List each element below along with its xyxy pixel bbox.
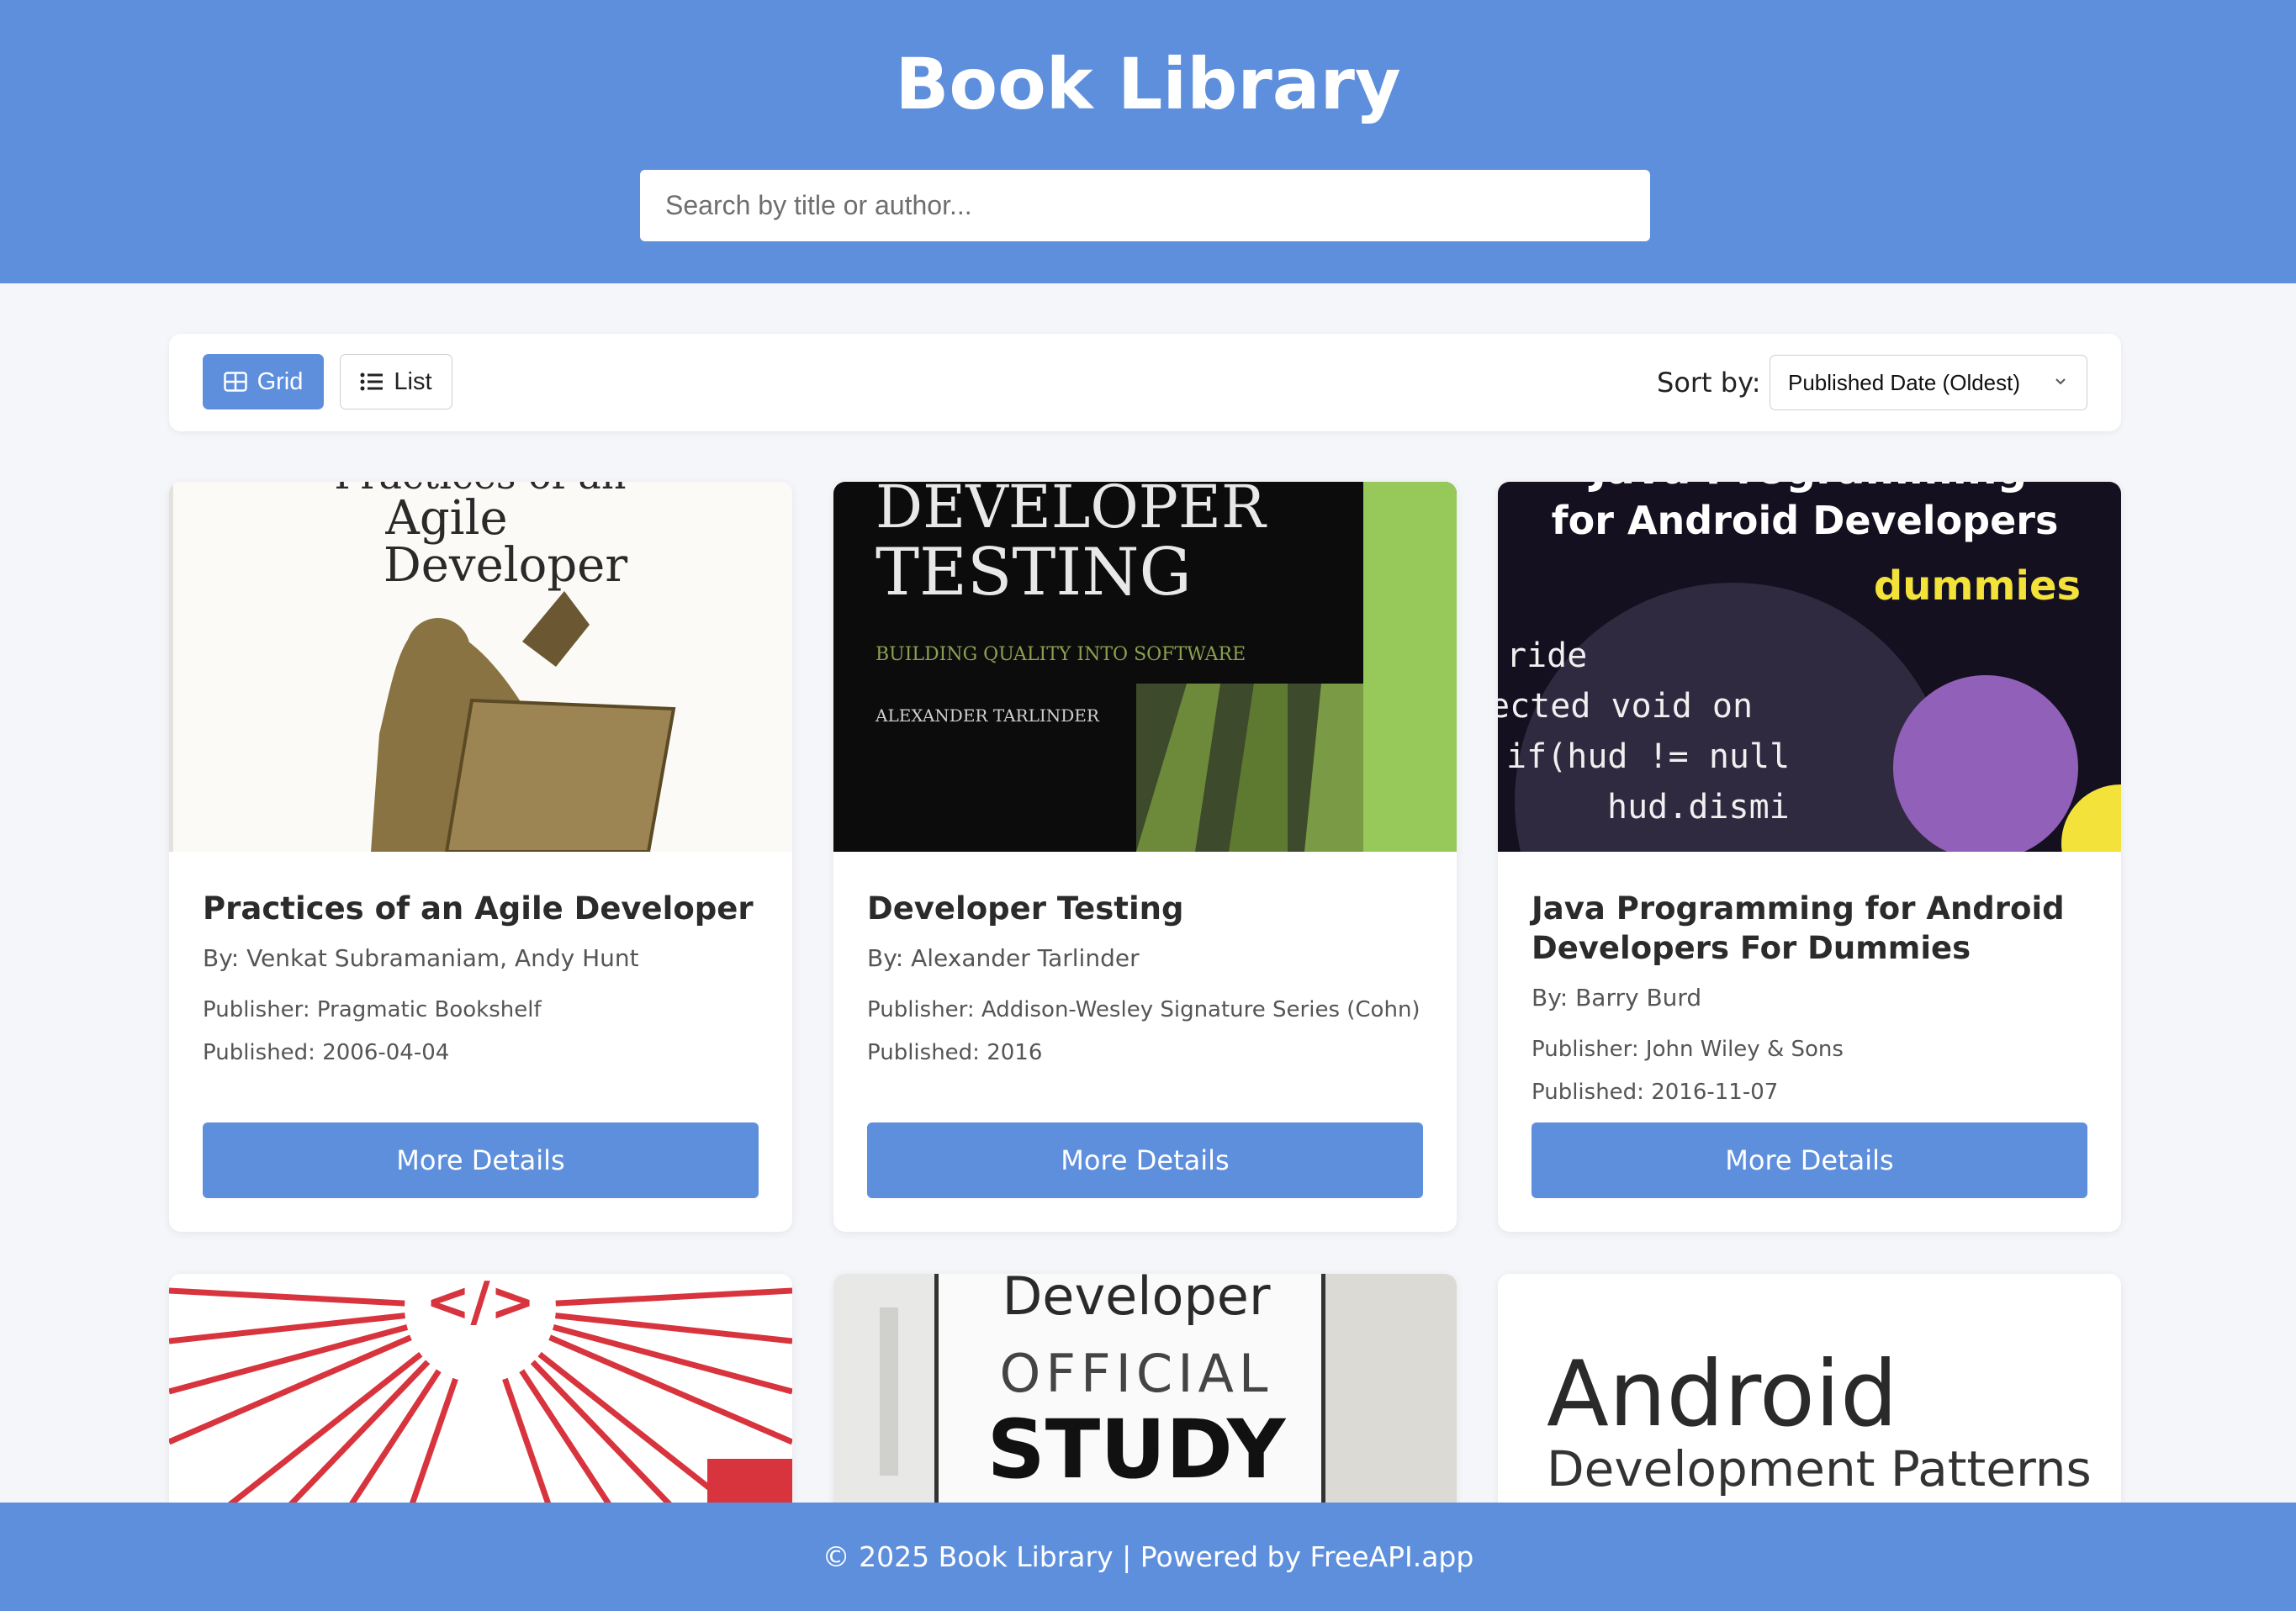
book-info: Java Programming for Android Developers … [1532,852,2087,1107]
sort-select[interactable]: Published Date (Oldest) [1770,355,2087,410]
svg-text:Development Patterns: Development Patterns [1547,1440,2092,1497]
book-card: Java Programming for Android Developers … [1498,482,2121,1232]
book-authors: By: Barry Burd [1532,984,1702,1011]
site-footer: © 2025 Book Library | Powered by FreeAPI… [0,1503,2296,1611]
svg-text:Android: Android [1547,1342,1898,1447]
list-icon [360,372,384,391]
more-details-button[interactable]: More Details [867,1122,1423,1198]
list-view-button[interactable]: List [340,354,452,409]
svg-text:Java Programming: Java Programming [1589,482,2028,494]
book-card: Developer OFFICIAL STUDY [833,1274,1457,1526]
search-input[interactable] [640,170,1650,241]
book-authors: By: Alexander Tarlinder [867,944,1140,972]
book-cover-image: Practices of an Agile Developer [169,482,792,852]
book-cover-image: Developer OFFICIAL STUDY [833,1274,1457,1526]
grid-icon [223,372,247,392]
grid-view-button[interactable]: Grid [203,354,324,409]
list-view-label: List [394,367,432,395]
book-published-date: Published: 2006-04-04 [203,1040,450,1065]
book-card: DEVELOPER TESTING BUILDING QUALITY INTO … [833,482,1457,1232]
svg-text:OFFICIAL: OFFICIAL [1000,1343,1273,1404]
grid-view-label: Grid [257,367,304,395]
book-cover-image: Android Development Patterns [1498,1274,2121,1526]
sort-selected-value: Published Date (Oldest) [1788,369,2021,395]
book-title: Practices of an Agile Developer [203,890,754,927]
book-info: Practices of an Agile Developer By: Venk… [203,852,759,1067]
svg-text:BUILDING QUALITY INTO SOFTWARE: BUILDING QUALITY INTO SOFTWARE [876,644,1246,665]
book-cover-image: DEVELOPER TESTING BUILDING QUALITY INTO … [833,482,1457,852]
svg-text:ride: ride [1506,636,1587,675]
book-publisher: Publisher: John Wiley & Sons [1532,1037,1844,1062]
book-publisher: Publisher: Pragmatic Bookshelf [203,997,542,1022]
book-info: Developer Testing By: Alexander Tarlinde… [867,852,1423,1067]
book-published-date: Published: 2016 [867,1040,1043,1065]
book-card: Android Development Patterns [1498,1274,2121,1526]
site-header: Book Library [0,0,2296,283]
book-card: Practices of an Agile Developer Practice… [169,482,792,1232]
book-publisher: Publisher: Addison-Wesley Signature Seri… [867,997,1420,1022]
svg-text:for Android Developers: for Android Developers [1552,498,2059,543]
page-title: Book Library [895,43,1401,125]
view-toolbar: Grid List Sort by: Published Date (Oldes… [169,334,2121,431]
chevron-down-icon [2055,378,2066,385]
svg-text:if(hud != null: if(hud != null [1506,737,1790,776]
book-authors: By: Venkat Subramaniam, Andy Hunt [203,944,639,972]
svg-text:dummies: dummies [1874,563,2081,610]
book-cover-image: Java Programming for Android Developers … [1498,482,2121,852]
svg-text:STUDY: STUDY [987,1402,1287,1497]
sort-label: Sort by: [1657,367,1761,399]
svg-text:DEVELOPER: DEVELOPER [876,482,1267,541]
svg-text:Developer: Developer [384,538,627,593]
svg-text:</>: </> [426,1274,536,1334]
more-details-button[interactable]: More Details [203,1122,759,1198]
footer-text: © 2025 Book Library | Powered by FreeAPI… [822,1540,1474,1573]
svg-text:hud.dismi: hud.dismi [1607,788,1790,827]
svg-text:TESTING: TESTING [876,535,1192,610]
svg-text:ected void on: ected void on [1498,687,1753,726]
book-cover-image: </> [169,1274,792,1526]
book-published-date: Published: 2016-11-07 [1532,1080,1779,1105]
book-title: Java Programming for Android Developers … [1532,890,2065,966]
more-details-button[interactable]: More Details [1532,1122,2087,1198]
svg-text:ALEXANDER TARLINDER: ALEXANDER TARLINDER [875,705,1100,726]
book-card: </> [169,1274,792,1526]
svg-text:Developer: Developer [1003,1274,1271,1327]
book-title: Developer Testing [867,890,1184,927]
